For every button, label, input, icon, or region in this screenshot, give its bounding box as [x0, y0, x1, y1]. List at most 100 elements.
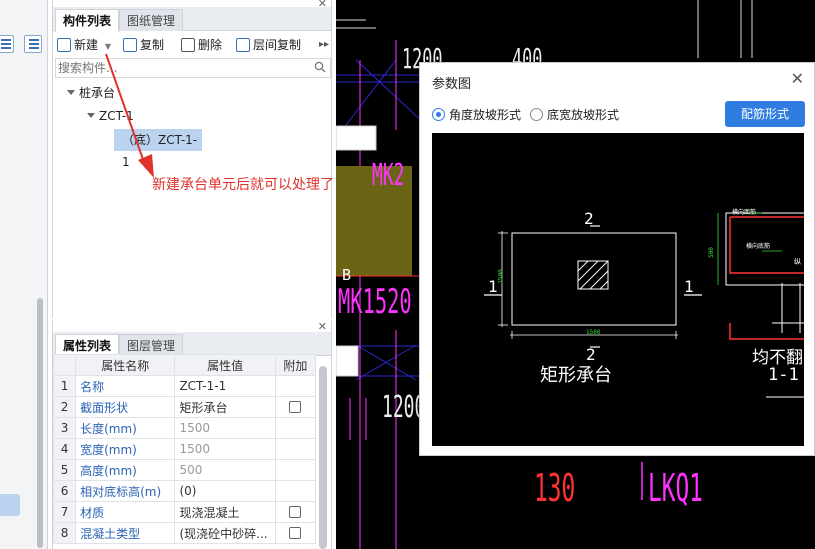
property-name: 混凝土类型: [75, 522, 176, 544]
row-num: 2: [52, 396, 77, 418]
component-list-panel: ✕ 构件列表 图纸管理 新建 ▼ 复制 删除 层间复制 ▸▸ 桩承台 ZCT-1: [52, 0, 332, 318]
tab-layer-management[interactable]: 图层管理: [119, 334, 184, 356]
extra-cell: [274, 501, 317, 523]
dialog-title: 参数图: [432, 77, 472, 92]
radio-angle-label: 角度放坡形式: [449, 108, 522, 122]
search-input[interactable]: [56, 59, 296, 77]
floor-copy-button[interactable]: 层间复制: [236, 36, 301, 54]
property-scrollbar[interactable]: [319, 366, 327, 549]
cad-label-mk2: MK2: [372, 158, 405, 193]
radio-unchecked-icon[interactable]: [530, 108, 543, 121]
row-num: 3: [52, 417, 77, 439]
component-tabbar: 构件列表 图纸管理: [53, 7, 331, 32]
radio-angle-slope[interactable]: 角度放坡形式: [432, 106, 521, 123]
new-label: 新建: [74, 38, 99, 52]
extra-cell: [274, 396, 317, 418]
property-table: 属性名称 属性值 附加 1 名称 ZCT-1-1 2 截面形状 矩形承台 3 长…: [52, 354, 317, 544]
annotation-text: 新建承台单元后就可以处理了: [152, 177, 334, 193]
header-num: [52, 354, 77, 376]
property-value[interactable]: 矩形承台: [174, 396, 276, 418]
property-name: 相对底标高(m): [75, 480, 176, 502]
extra-cell: [274, 417, 317, 439]
table-row[interactable]: 5 高度(mm) 500: [52, 459, 317, 481]
left-side-strip: [0, 0, 48, 549]
parameter-dialog: 参数图 ✕ 角度放坡形式 底宽放坡形式 配筋形式 2 2 1 1 1500 15…: [419, 62, 815, 456]
table-row[interactable]: 4 宽度(mm) 1500: [52, 438, 317, 460]
table-row[interactable]: 8 混凝土类型 (现浇砼中砂碎...: [52, 522, 317, 544]
extra-checkbox[interactable]: [289, 506, 302, 518]
property-name: 宽度(mm): [75, 438, 176, 460]
table-row[interactable]: 6 相对底标高(m) (0): [52, 480, 317, 502]
new-icon: [57, 38, 71, 52]
row-num: 6: [52, 480, 77, 502]
property-value[interactable]: 500: [174, 459, 276, 481]
header-extra: 附加: [274, 354, 317, 376]
close-icon[interactable]: ✕: [791, 69, 804, 88]
tree-expand-icon[interactable]: [87, 113, 95, 118]
tab-drawing-management[interactable]: 图纸管理: [119, 9, 184, 31]
floor-copy-label: 层间复制: [253, 38, 302, 52]
extra-cell: [274, 522, 317, 544]
parameter-drawing: 2 2 1 1 1500 1500 矩形承台 均不翻 1-1 500 横向面筋 …: [432, 133, 804, 446]
component-search: [55, 58, 331, 78]
radio-width-label: 底宽放坡形式: [547, 108, 620, 122]
radio-width-slope[interactable]: 底宽放坡形式: [530, 106, 619, 123]
property-value[interactable]: 现浇混凝土: [174, 501, 276, 523]
cad-label-lkq1: LKQ1: [648, 466, 703, 510]
property-tabbar: 属性列表 图层管理: [53, 332, 331, 357]
floor-copy-icon: [236, 38, 250, 52]
drawing-caption: 矩形承台: [540, 365, 612, 386]
extra-cell: [274, 375, 317, 397]
extra-checkbox[interactable]: [289, 401, 302, 413]
extra-cell: [274, 438, 317, 460]
table-row[interactable]: 1 名称 ZCT-1-1: [52, 375, 317, 397]
property-name: 名称: [75, 375, 176, 397]
tab-component-list[interactable]: 构件列表: [55, 9, 120, 32]
row-num: 4: [52, 438, 77, 460]
delete-icon: [181, 38, 195, 52]
property-value[interactable]: (0): [174, 480, 276, 502]
property-value[interactable]: (现浇砼中砂碎...: [174, 522, 276, 544]
table-row[interactable]: 2 截面形状 矩形承台: [52, 396, 317, 418]
strip-scrollbar[interactable]: [37, 298, 43, 548]
drawing-dim-bottom: 1500: [586, 329, 601, 336]
more-tools-icon[interactable]: ▸▸: [319, 36, 329, 54]
row-num: 5: [52, 459, 77, 481]
section-label: 1-1: [768, 365, 799, 385]
row-num: 1: [52, 375, 77, 397]
section-label-top-bar: 横向面筋: [732, 209, 757, 216]
header-name: 属性名称: [75, 354, 176, 376]
radio-checked-icon[interactable]: [432, 108, 445, 121]
list-view-icon[interactable]: [0, 35, 14, 53]
extra-cell: [274, 480, 317, 502]
strip-selected-item[interactable]: [0, 494, 20, 516]
drawing-dim-side: 1500: [497, 269, 505, 284]
section-label-bottom-bar: 横向底筋: [746, 243, 771, 250]
drawing-num-top: 2: [584, 209, 594, 228]
delete-label: 删除: [198, 38, 223, 52]
table-row[interactable]: 3 长度(mm) 1500: [52, 417, 317, 439]
property-value[interactable]: ZCT-1-1: [174, 375, 276, 397]
drawing-num-right: 1: [684, 277, 694, 296]
property-name: 长度(mm): [75, 417, 176, 439]
table-row[interactable]: 7 材质 现浇混凝土: [52, 501, 317, 523]
property-name: 高度(mm): [75, 459, 176, 481]
tree-expand-icon[interactable]: [67, 90, 75, 95]
section-label-long-bar: 纵: [794, 258, 801, 266]
delete-button[interactable]: 删除: [181, 36, 222, 54]
cad-label-130: 130: [534, 466, 576, 510]
drawing-num-left: 1: [488, 277, 498, 296]
extra-cell: [274, 459, 317, 481]
rebar-form-button[interactable]: 配筋形式: [725, 101, 805, 127]
property-name: 截面形状: [75, 396, 176, 418]
header-value: 属性值: [174, 354, 276, 376]
property-value[interactable]: 1500: [174, 417, 276, 439]
property-value[interactable]: 1500: [174, 438, 276, 460]
search-icon[interactable]: [314, 61, 326, 73]
extra-checkbox[interactable]: [289, 527, 302, 539]
property-name: 材质: [75, 501, 176, 523]
property-header-row: 属性名称 属性值 附加: [52, 354, 317, 376]
row-num: 8: [52, 522, 77, 544]
row-num: 7: [52, 501, 77, 523]
detail-view-icon[interactable]: [24, 35, 42, 53]
